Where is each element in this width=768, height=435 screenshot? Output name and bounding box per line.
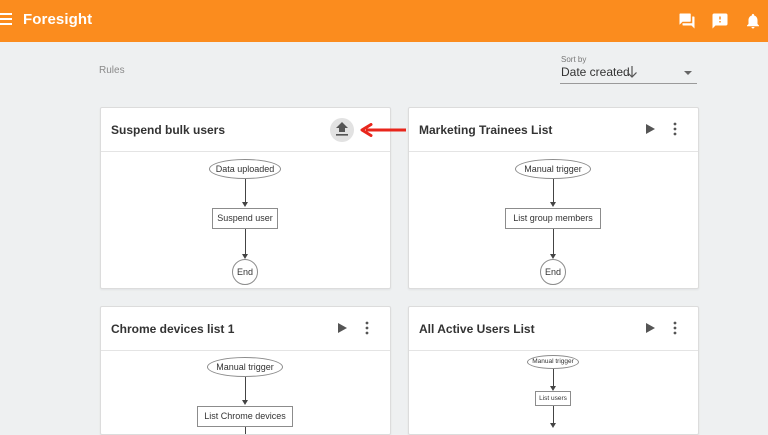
flow-edge <box>245 179 246 203</box>
app-bar: Foresight <box>0 0 768 42</box>
flow-trigger-node: Manual trigger <box>207 357 283 377</box>
card-header: All Active Users List <box>409 307 698 351</box>
feedback-icon[interactable] <box>678 12 696 30</box>
flow-diagram: Manual trigger List Chrome devices <box>101 351 390 434</box>
flow-diagram: Data uploaded Suspend user End <box>101 152 390 288</box>
more-vert-icon[interactable] <box>669 122 681 136</box>
notifications-icon[interactable] <box>744 12 762 30</box>
card-title: Suspend bulk users <box>111 123 226 137</box>
flow-action-node: Suspend user <box>212 208 278 229</box>
flow-diagram: Manual trigger List users <box>409 351 698 434</box>
flow-end-node: End <box>232 259 258 285</box>
play-icon[interactable] <box>644 123 656 135</box>
flow-arrowhead <box>550 202 556 207</box>
upload-icon[interactable] <box>330 118 354 142</box>
flow-trigger-node: Manual trigger <box>527 355 579 369</box>
play-icon[interactable] <box>336 322 348 334</box>
annotation-arrow-icon <box>360 123 406 137</box>
flow-arrowhead <box>242 400 248 405</box>
sort-value: Date created <box>561 65 630 79</box>
flow-arrowhead <box>550 423 556 428</box>
more-vert-icon[interactable] <box>669 321 681 335</box>
flow-trigger-node: Data uploaded <box>209 159 281 179</box>
card-header: Marketing Trainees List <box>409 108 698 152</box>
arrow-down-icon <box>627 66 637 78</box>
more-vert-icon[interactable] <box>361 321 373 335</box>
card-title: All Active Users List <box>419 322 535 336</box>
app-title: Foresight <box>23 11 93 28</box>
card-title: Chrome devices list 1 <box>111 322 235 336</box>
flow-edge <box>245 427 246 434</box>
flow-edge <box>553 369 554 387</box>
card-header: Suspend bulk users <box>101 108 390 152</box>
card-header: Chrome devices list 1 <box>101 307 390 351</box>
flow-action-node: List users <box>535 391 571 406</box>
rule-card[interactable]: Suspend bulk users Data uploaded Suspend… <box>100 107 391 289</box>
sort-label: Sort by <box>561 55 587 64</box>
card-title: Marketing Trainees List <box>419 123 553 137</box>
flow-action-node: List Chrome devices <box>197 406 293 427</box>
flow-trigger-node: Manual trigger <box>515 159 591 179</box>
flow-end-node: End <box>540 259 566 285</box>
section-label: Rules <box>99 65 125 76</box>
rule-card[interactable]: All Active Users List Manual trigger Lis… <box>408 306 699 435</box>
rule-card[interactable]: Marketing Trainees List Manual trigger L… <box>408 107 699 289</box>
menu-icon[interactable] <box>0 13 12 27</box>
flow-arrowhead <box>242 202 248 207</box>
flow-edge <box>245 229 246 255</box>
flow-edge <box>553 229 554 255</box>
play-icon[interactable] <box>644 322 656 334</box>
flow-action-node: List group members <box>505 208 601 229</box>
rule-card[interactable]: Chrome devices list 1 Manual trigger Lis… <box>100 306 391 435</box>
flow-edge <box>245 377 246 401</box>
flow-diagram: Manual trigger List group members End <box>409 152 698 288</box>
sort-select[interactable]: Date created <box>560 64 697 84</box>
chevron-down-icon <box>684 71 692 75</box>
flow-edge <box>553 179 554 203</box>
report-icon[interactable] <box>711 12 729 30</box>
flow-edge <box>553 406 554 424</box>
